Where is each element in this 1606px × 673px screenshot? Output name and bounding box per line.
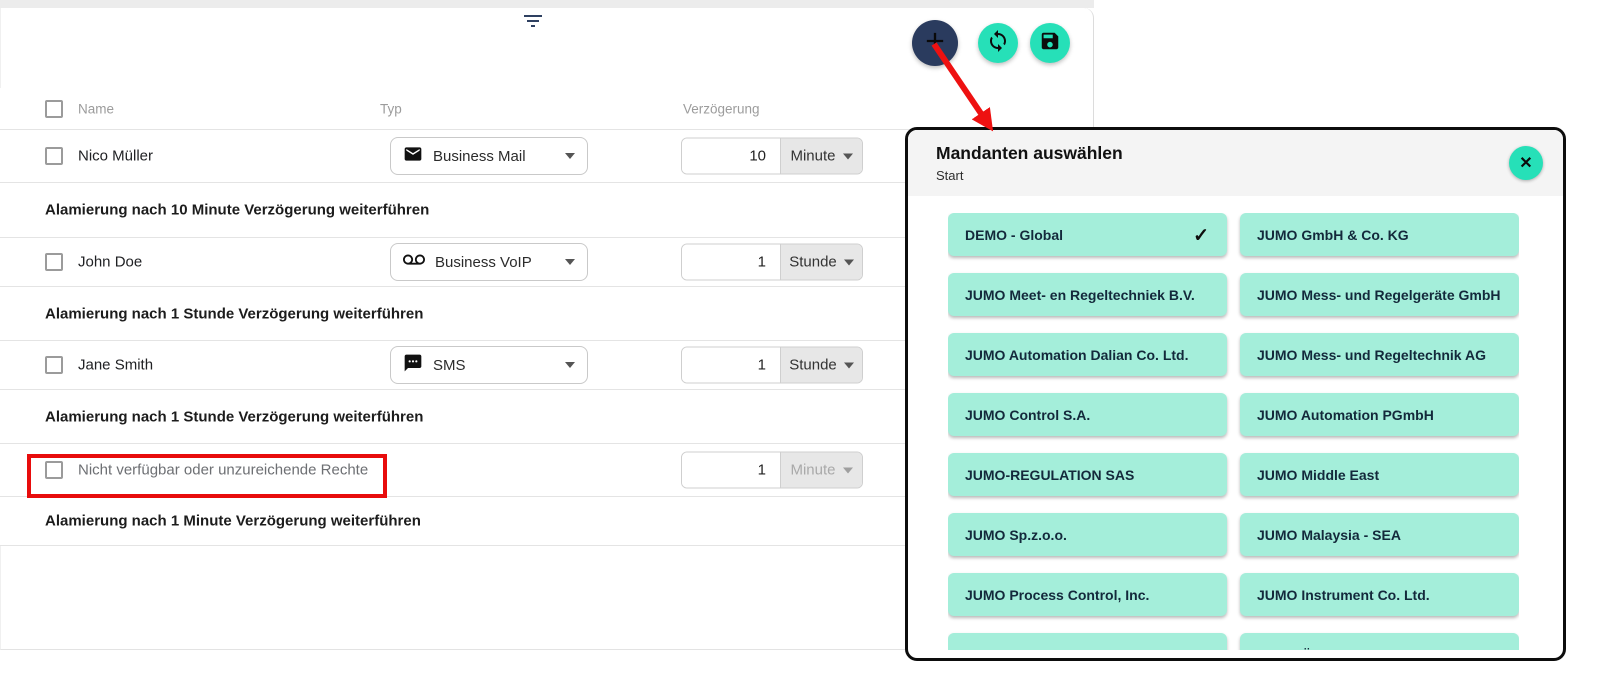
app-page: Name Typ Verzögerung Nico Müller Busines… [0, 0, 1606, 673]
tenant-button[interactable]: JUMO GmbH & Co. KG [1240, 213, 1519, 256]
column-header-type: Typ [380, 101, 402, 116]
table-header: Name Typ Verzögerung [0, 88, 1093, 130]
tenant-button[interactable]: JUMO Process Control, Inc. [948, 573, 1227, 616]
tenant-button[interactable]: JUMO Mess- und Regelgeräte GmbH [1240, 273, 1519, 316]
tenant-label: JUMO Malaysia - SEA [1257, 527, 1401, 543]
check-icon: ✓ [1193, 224, 1209, 247]
row-checkbox[interactable] [45, 356, 63, 374]
filter-list-icon[interactable] [520, 8, 546, 34]
close-button[interactable]: ✕ [1509, 146, 1543, 180]
tenant-label: JUMO-REGULATION SAS [965, 467, 1134, 483]
chevron-down-icon [843, 467, 853, 473]
tenant-label: JUMO GmbH & Co. KG [1257, 227, 1409, 243]
tenant-button[interactable]: JUMO India Pvt. Ltd. [948, 633, 1227, 650]
plus-icon [921, 27, 949, 60]
tenant-label: JUMO Meet- en Regeltechniek B.V. [965, 287, 1195, 303]
type-select[interactable]: Business Mail [390, 137, 588, 175]
tenant-list: DEMO - Global ✓ JUMO GmbH & Co. KG JUMO … [948, 213, 1519, 650]
tenant-label: JUMO Mess- und Regeltechnik AG [1257, 347, 1486, 363]
type-select-value: Business VoIP [435, 254, 532, 271]
tenant-label: DEMO - Global [965, 227, 1063, 243]
chevron-down-icon [565, 362, 575, 368]
tenant-dialog-header: Mandanten auswählen Start [908, 130, 1563, 196]
tenant-button[interactable]: JUMO Automation Dalian Co. Ltd. [948, 333, 1227, 376]
delay-control: Minute [681, 138, 863, 175]
tenant-button[interactable]: JUMO Instrument Co. Ltd. [1240, 573, 1519, 616]
contact-name: Nicht verfügbar oder unzureichende Recht… [78, 462, 368, 479]
column-header-delay: Verzögerung [683, 101, 760, 116]
delay-unit-select[interactable]: Minute [780, 453, 862, 488]
tenant-label: JUMO Mess- und Regelgeräte GmbH [1257, 287, 1501, 303]
type-select-value: Business Mail [433, 148, 526, 165]
escalation-note-text: Alamierung nach 1 Stunde Verzögerung wei… [45, 408, 423, 425]
delay-value-input[interactable] [682, 139, 780, 174]
tenant-dialog: Mandanten auswählen Start ✕ DEMO - Globa… [905, 127, 1566, 661]
delay-unit-value: Minute [790, 462, 835, 479]
add-button[interactable] [912, 20, 958, 66]
tenant-label: JUMO Automation PGmbH [1257, 407, 1434, 423]
close-icon: ✕ [1519, 153, 1532, 173]
tenant-button[interactable]: JUMO Meet- en Regeltechniek B.V. [948, 273, 1227, 316]
type-select[interactable]: SMS [390, 346, 588, 384]
tenant-button[interactable]: JUMO Ölçü Sistemleri ve Tic. Ltd. Şti. [1240, 633, 1519, 650]
mail-icon [403, 144, 423, 169]
voicemail-icon [403, 249, 425, 276]
chevron-down-icon [844, 259, 854, 265]
row-checkbox[interactable] [45, 461, 63, 479]
tenant-label: JUMO Process Control, Inc. [965, 587, 1149, 603]
tenant-button[interactable]: JUMO Middle East [1240, 453, 1519, 496]
tenant-button[interactable]: JUMO Automation PGmbH [1240, 393, 1519, 436]
tenant-label: JUMO Control S.A. [965, 407, 1090, 423]
tenant-button[interactable]: DEMO - Global ✓ [948, 213, 1227, 256]
save-button[interactable] [1030, 23, 1070, 63]
column-header-name: Name [78, 101, 114, 116]
chevron-down-icon [843, 153, 853, 159]
delay-value-input[interactable] [682, 453, 780, 488]
tenant-button[interactable]: JUMO Sp.z.o.o. [948, 513, 1227, 556]
tenant-button[interactable]: JUMO Control S.A. [948, 393, 1227, 436]
delay-unit-value: Stunde [789, 357, 837, 374]
tenant-label: JUMO Ölçü Sistemleri ve Tic. Ltd. Şti. [1257, 647, 1506, 651]
delay-unit-value: Minute [790, 148, 835, 165]
contact-name: Nico Müller [78, 148, 153, 165]
save-icon [1039, 30, 1061, 57]
escalation-note-text: Alamierung nach 1 Stunde Verzögerung wei… [45, 305, 423, 322]
tenant-label: JUMO India Pvt. Ltd. [965, 647, 1101, 651]
sms-icon [403, 353, 423, 378]
contact-name: Jane Smith [78, 357, 153, 374]
tenant-button[interactable]: JUMO Malaysia - SEA [1240, 513, 1519, 556]
delay-control: Minute [681, 452, 863, 489]
escalation-note-text: Alamierung nach 10 Minute Verzögerung we… [45, 202, 429, 219]
tenant-button[interactable]: JUMO Mess- und Regeltechnik AG [1240, 333, 1519, 376]
chevron-down-icon [565, 259, 575, 265]
row-checkbox[interactable] [45, 253, 63, 271]
refresh-button[interactable] [978, 23, 1018, 63]
chevron-down-icon [565, 153, 575, 159]
tenant-label: JUMO Middle East [1257, 467, 1379, 483]
delay-unit-value: Stunde [789, 254, 837, 271]
delay-value-input[interactable] [682, 348, 780, 383]
contact-name: John Doe [78, 254, 142, 271]
type-select[interactable]: Business VoIP [390, 243, 588, 281]
tenant-button[interactable]: JUMO-REGULATION SAS [948, 453, 1227, 496]
delay-value-input[interactable] [682, 245, 780, 280]
delay-unit-select[interactable]: Stunde [780, 348, 862, 383]
escalation-note-text: Alamierung nach 1 Minute Verzögerung wei… [45, 513, 421, 530]
delay-unit-select[interactable]: Stunde [780, 245, 862, 280]
tenant-label: JUMO Automation Dalian Co. Ltd. [965, 347, 1188, 363]
dialog-title: Mandanten auswählen [936, 143, 1563, 164]
delay-control: Stunde [681, 347, 863, 384]
delay-control: Stunde [681, 244, 863, 281]
dialog-subtitle: Start [936, 168, 1563, 183]
select-all-checkbox[interactable] [45, 100, 63, 118]
row-checkbox[interactable] [45, 147, 63, 165]
top-strip [0, 0, 1094, 8]
type-select-value: SMS [433, 357, 466, 374]
tenant-label: JUMO Sp.z.o.o. [965, 527, 1067, 543]
delay-unit-select[interactable]: Minute [780, 139, 862, 174]
tenant-label: JUMO Instrument Co. Ltd. [1257, 587, 1430, 603]
chevron-down-icon [844, 362, 854, 368]
sync-icon [986, 29, 1010, 58]
